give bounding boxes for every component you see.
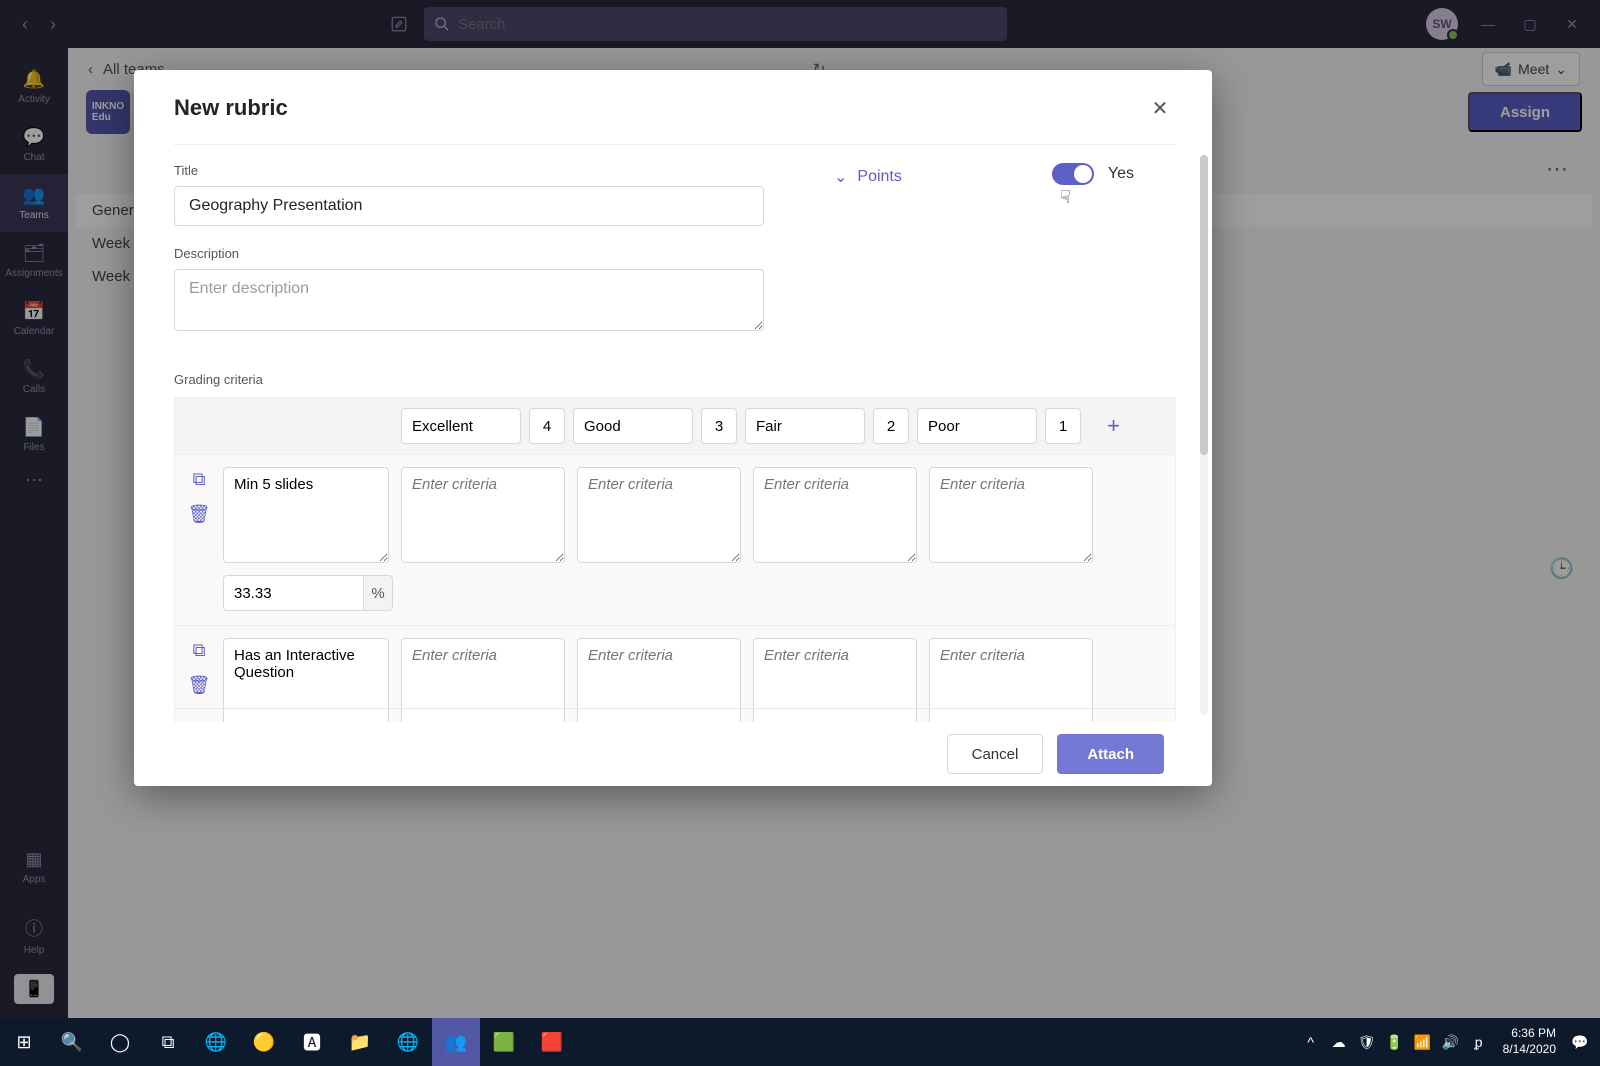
levels-row: + [175,398,1175,454]
start-button[interactable]: ⊞ [0,1018,48,1066]
volume-icon[interactable]: 🔊 [1437,1018,1465,1066]
criterion-cell[interactable] [577,467,741,563]
ease-access-icon[interactable]: ᵱ [1465,1018,1493,1066]
level-name-4[interactable] [917,408,1037,444]
date-text: 8/14/2020 [1503,1042,1556,1058]
search-icon[interactable]: 🔍 [48,1018,96,1066]
rubric-modal: New rubric ✕ Title Description ⌄ Points … [134,70,1212,786]
weight-row-1: % [175,575,1175,625]
teams-taskbar-icon[interactable]: 👥 [432,1018,480,1066]
app-icon-a[interactable]: 🅰 [288,1018,336,1066]
criterion-cell[interactable] [753,467,917,563]
chrome-icon[interactable]: 🟡 [240,1018,288,1066]
level-name-2[interactable] [573,408,693,444]
points-dropdown[interactable]: ⌄ Points [834,163,902,187]
modal-footer: Cancel Attach [134,722,1212,786]
action-center-icon[interactable]: 💬 [1566,1018,1594,1066]
level-points-1[interactable] [529,408,565,444]
points-label: Points [857,168,901,186]
criterion-cell[interactable] [929,638,1093,722]
criterion-cell[interactable] [401,638,565,722]
points-toggle[interactable] [1052,163,1094,185]
edge-icon[interactable]: 🌐 [192,1018,240,1066]
copy-icon[interactable]: ⧉ [193,469,206,490]
battery-icon[interactable]: 🔋 [1381,1018,1409,1066]
criterion-desc-2[interactable]: Has an Interactive Question [223,638,389,722]
modal-title: New rubric [174,95,288,121]
delete-icon[interactable]: 🗑 [188,675,211,696]
copy-icon[interactable]: ⧉ [193,640,206,661]
toggle-state-label: Yes [1108,165,1134,183]
cursor-icon: ☟ [1060,187,1071,208]
toggle-knob [1074,165,1092,183]
description-textarea[interactable] [174,269,764,331]
security-icon[interactable]: 🛡 [1353,1018,1381,1066]
criterion-cell[interactable] [577,638,741,722]
time-text: 6:36 PM [1503,1026,1556,1042]
cortana-icon[interactable]: ◯ [96,1018,144,1066]
criterion-cell[interactable] [401,467,565,563]
criterion-desc-1[interactable]: Min 5 slides [223,467,389,563]
file-explorer-icon[interactable]: 📁 [336,1018,384,1066]
grading-table: + ⧉ 🗑 Min 5 slides % [174,397,1176,722]
tray-chevron-up-icon[interactable]: ^ [1297,1018,1325,1066]
add-column-button[interactable]: + [1093,406,1133,446]
level-points-4[interactable] [1045,408,1081,444]
task-view-icon[interactable]: ⧉ [144,1018,192,1066]
attach-button[interactable]: Attach [1057,734,1164,774]
weight-input-1[interactable] [223,575,363,611]
title-input[interactable] [174,186,764,226]
scrollbar[interactable] [1200,155,1208,715]
level-points-3[interactable] [873,408,909,444]
level-name-1[interactable] [401,408,521,444]
level-name-3[interactable] [745,408,865,444]
system-clock[interactable]: 6:36 PM 8/14/2020 [1493,1026,1566,1057]
level-points-2[interactable] [701,408,737,444]
percent-label: % [363,575,393,611]
recorder-icon[interactable]: 🟥 [528,1018,576,1066]
title-label: Title [174,163,764,178]
windows-taskbar: ⊞ 🔍 ◯ ⧉ 🌐 🟡 🅰 📁 🌐 👥 🟩 🟥 ^ ☁ 🛡 🔋 📶 🔊 ᵱ 6:… [0,1018,1600,1066]
wifi-icon[interactable]: 📶 [1409,1018,1437,1066]
camtasia-icon[interactable]: 🟩 [480,1018,528,1066]
criterion-row-1: ⧉ 🗑 Min 5 slides [175,454,1175,575]
description-label: Description [174,246,764,261]
scrollbar-thumb[interactable] [1200,155,1208,455]
criterion-cell[interactable] [753,638,917,722]
close-icon[interactable]: ✕ [1144,92,1176,124]
grading-criteria-label: Grading criteria [174,372,1176,387]
criterion-cell[interactable] [929,467,1093,563]
onedrive-icon[interactable]: ☁ [1325,1018,1353,1066]
cancel-button[interactable]: Cancel [947,734,1044,774]
delete-icon[interactable]: 🗑 [188,504,211,525]
edge-icon-2[interactable]: 🌐 [384,1018,432,1066]
check-icon: ⌄ [834,167,847,187]
